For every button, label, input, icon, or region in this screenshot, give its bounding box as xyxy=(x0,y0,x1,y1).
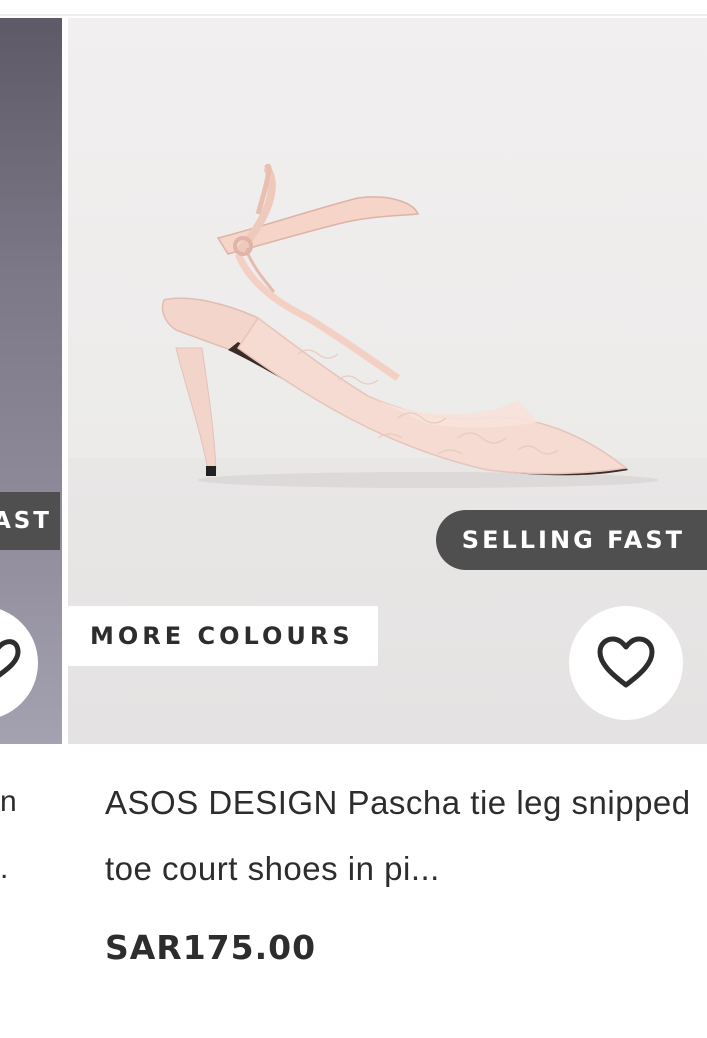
left-badge-label: AST xyxy=(0,508,52,534)
selling-fast-badge: SELLING FAST xyxy=(435,510,707,570)
product-grid: AST n . SELLING FAST MORE COLOURS ASOS D… xyxy=(0,0,707,1038)
heart-icon xyxy=(597,636,655,688)
product-image[interactable]: SELLING FAST MORE COLOURS xyxy=(68,18,707,744)
selling-fast-label: SELLING FAST xyxy=(461,526,685,554)
left-save-button[interactable] xyxy=(0,606,38,720)
left-selling-fast-badge: AST xyxy=(0,492,60,550)
left-product-card[interactable]: AST xyxy=(0,18,62,744)
left-product-title-line-2: . xyxy=(0,852,9,885)
more-colours-badge[interactable]: MORE COLOURS xyxy=(68,606,378,666)
left-product-title-line-1: n xyxy=(0,785,17,818)
heart-icon xyxy=(0,639,21,678)
product-title[interactable]: ASOS DESIGN Pascha tie leg snipped toe c… xyxy=(105,770,695,902)
product-price: SAR175.00 xyxy=(105,928,317,967)
more-colours-label: MORE COLOURS xyxy=(90,622,354,650)
save-for-later-button[interactable] xyxy=(569,606,683,720)
top-divider xyxy=(0,14,707,16)
